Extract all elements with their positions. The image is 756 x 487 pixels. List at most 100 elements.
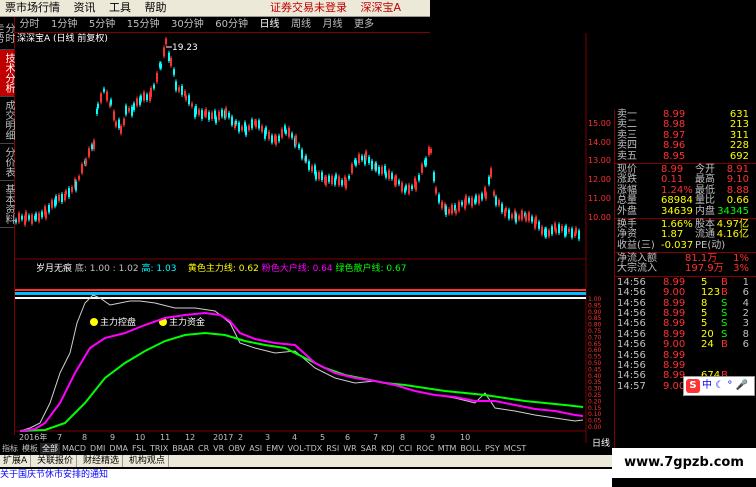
- flow-label: 大宗流入: [617, 263, 657, 275]
- trade-login-link[interactable]: 证券交易未登录: [265, 0, 352, 16]
- date-tick-label: 7: [373, 433, 378, 442]
- indicator-tab[interactable]: FSL: [130, 443, 148, 454]
- indicator-green: 绿色散户线: 0.67: [335, 264, 407, 274]
- indicator-tab[interactable]: PSY: [483, 443, 502, 454]
- indicator-tab[interactable]: 全部: [40, 443, 60, 454]
- ime-text: 中 ☾ ° 🎤: [702, 380, 748, 391]
- date-tick-label: 2016年: [19, 432, 47, 442]
- indicator-tab[interactable]: 指标: [0, 443, 20, 454]
- notice-link[interactable]: 关于国庆节休市安排的通知: [0, 469, 612, 487]
- order-book-row: 卖五 8.95 692: [615, 150, 756, 162]
- indicator-tab[interactable]: CCI: [397, 443, 415, 454]
- status-tab-ext[interactable]: 扩展A: [0, 455, 32, 467]
- menu-item-market[interactable]: 票市场行情: [0, 0, 65, 16]
- indicator-tab[interactable]: BOLL: [458, 443, 483, 454]
- period-15min[interactable]: 15分钟: [123, 17, 164, 32]
- period-fenshi[interactable]: 分时: [16, 17, 44, 32]
- price-scale: 15.0014.0013.0012.0011.0010.001.000.950.…: [588, 119, 611, 431]
- stat-label: 总量: [617, 195, 637, 207]
- stat-label: 收益(三): [617, 239, 655, 251]
- tab-technical[interactable]: 技术分析: [0, 50, 14, 97]
- indicator-tab[interactable]: BRAR: [170, 443, 196, 454]
- indicator-info: 岁月无痕 底: 1.00 : 1.02 高: 1.03 黄色主力线: 0.62 …: [36, 261, 406, 274]
- tab-fenshi[interactable]: 分时走势: [0, 17, 14, 50]
- period-month[interactable]: 月线: [318, 17, 346, 32]
- period-30min[interactable]: 30分钟: [167, 17, 208, 32]
- book-price: 8.95: [663, 150, 686, 162]
- period-60min[interactable]: 60分钟: [211, 17, 252, 32]
- kline-chart[interactable]: 19.23 主力控盘 主力资金 2016年 7 8 9 10 11 12 2017 2 3 4 5 6 7…: [15, 33, 615, 443]
- stat-value: -0.037: [661, 239, 694, 251]
- period-more[interactable]: 更多: [350, 17, 378, 32]
- date-tick-label: 7: [57, 433, 62, 442]
- signal-label-1: 主力控盘: [100, 316, 136, 328]
- date-tick-label: 2: [238, 433, 243, 442]
- flow-value: 197.9万: [685, 263, 724, 275]
- book-volume: 692: [729, 150, 749, 162]
- date-tick-label: 10: [460, 433, 470, 442]
- indicator-tab[interactable]: RSI: [324, 443, 341, 454]
- status-tab-institution[interactable]: 机构观点: [126, 455, 169, 467]
- indicator-tab[interactable]: 模板: [20, 443, 40, 454]
- indicator-tick-label: 0.00: [588, 424, 602, 431]
- indicator-tab[interactable]: OBV: [226, 443, 247, 454]
- indicator-tab[interactable]: MCST: [502, 443, 528, 454]
- date-tick-label: 2017: [213, 433, 233, 442]
- tab-price-table[interactable]: 分价表: [0, 144, 14, 181]
- tab-fundamentals[interactable]: 基本资料: [0, 181, 14, 228]
- stat-value: 0.66: [726, 195, 749, 207]
- menu-item-help[interactable]: 帮助: [140, 0, 172, 16]
- signal-label-2: 主力资金: [169, 316, 205, 328]
- date-tick-label: 10: [135, 433, 145, 442]
- indicator-tab[interactable]: DMA: [107, 443, 130, 454]
- quote-panel: 卖一 8.99 631 卖二 8.98 213 卖三 8.97 311 卖四 8.96 228 卖五 8.…: [614, 109, 756, 460]
- period-week[interactable]: 周线: [287, 17, 315, 32]
- indicator-tab[interactable]: MACD: [60, 443, 88, 454]
- status-tab-finance[interactable]: 财经精选: [80, 455, 123, 467]
- tab-trades[interactable]: 成交明细: [0, 97, 14, 144]
- menu-item-tools[interactable]: 工具: [104, 0, 136, 16]
- price-tick-label: 14.00: [588, 138, 611, 147]
- indicator-tab[interactable]: CR: [196, 443, 211, 454]
- stat-label: 量比: [695, 195, 715, 207]
- stat-row: 总量 68984 量比 0.66: [615, 195, 756, 207]
- indicator-high: 高: 1.03: [141, 264, 177, 274]
- flow-pct: 3%: [733, 263, 749, 275]
- status-tab-related[interactable]: 关联报价: [34, 455, 78, 467]
- tick-volume: 24: [701, 339, 714, 351]
- indicator-purple: 粉色大户线: 0.64: [261, 264, 333, 274]
- stat-row: 收益(三) -0.037 PE(动): [615, 239, 756, 251]
- date-tick-label: 4: [292, 433, 297, 442]
- indicator-tab[interactable]: MTM: [436, 443, 459, 454]
- status-bar: 扩展A 关联报价 财经精选 机构观点: [0, 455, 612, 467]
- indicator-tab[interactable]: KDJ: [379, 443, 397, 454]
- indicator-tab[interactable]: EMV: [264, 443, 285, 454]
- stock-link[interactable]: 深深宝A: [356, 0, 407, 16]
- indicator-tab[interactable]: SAR: [359, 443, 379, 454]
- price-tick-label: 15.00: [588, 119, 611, 128]
- ime-toolbar[interactable]: S中 ☾ ° 🎤: [683, 376, 755, 396]
- date-tick-label: 5: [320, 433, 325, 442]
- indicator-tab[interactable]: ROC: [414, 443, 435, 454]
- book-label: 卖五: [617, 150, 637, 162]
- tick-time: 14:57: [617, 380, 646, 392]
- price-tick-label: 13.00: [588, 156, 611, 165]
- menu-item-news[interactable]: 资讯: [69, 0, 101, 16]
- ime-logo-icon: S: [686, 379, 700, 393]
- flow-row: 大宗流入 197.9万 3%: [615, 263, 756, 275]
- indicator-tab[interactable]: TRIX: [148, 443, 170, 454]
- period-day[interactable]: 日线: [255, 17, 283, 32]
- period-bar: 分时 1分钟 5分钟 15分钟 30分钟 60分钟 日线 周线 月线 更多: [0, 17, 430, 33]
- indicator-tab[interactable]: ASI: [247, 443, 264, 454]
- stat-value: 34345: [717, 205, 749, 217]
- tick-count: 6: [742, 339, 749, 351]
- period-5min[interactable]: 5分钟: [85, 17, 119, 32]
- period-1min[interactable]: 1分钟: [47, 17, 81, 32]
- indicator-tab[interactable]: DMI: [88, 443, 107, 454]
- indicator-tab[interactable]: VOL-TDX: [286, 443, 325, 454]
- indicator-tab[interactable]: VR: [211, 443, 226, 454]
- tick-side: B: [721, 339, 728, 351]
- stat-label: 内盘: [695, 205, 715, 217]
- indicator-tab[interactable]: WR: [341, 443, 358, 454]
- tick-price: 9.00: [663, 380, 686, 392]
